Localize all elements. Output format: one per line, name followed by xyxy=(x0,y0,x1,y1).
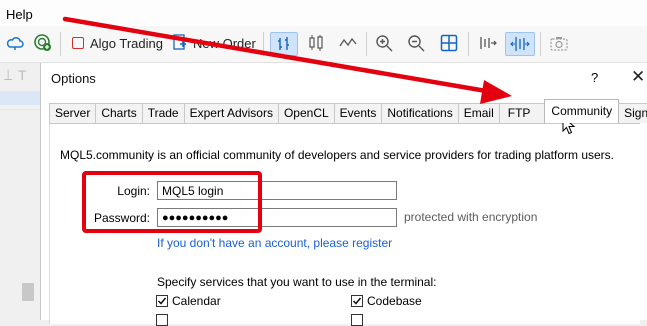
annotation-arrow-icon xyxy=(62,16,512,104)
tab-community[interactable]: Community xyxy=(544,99,620,123)
